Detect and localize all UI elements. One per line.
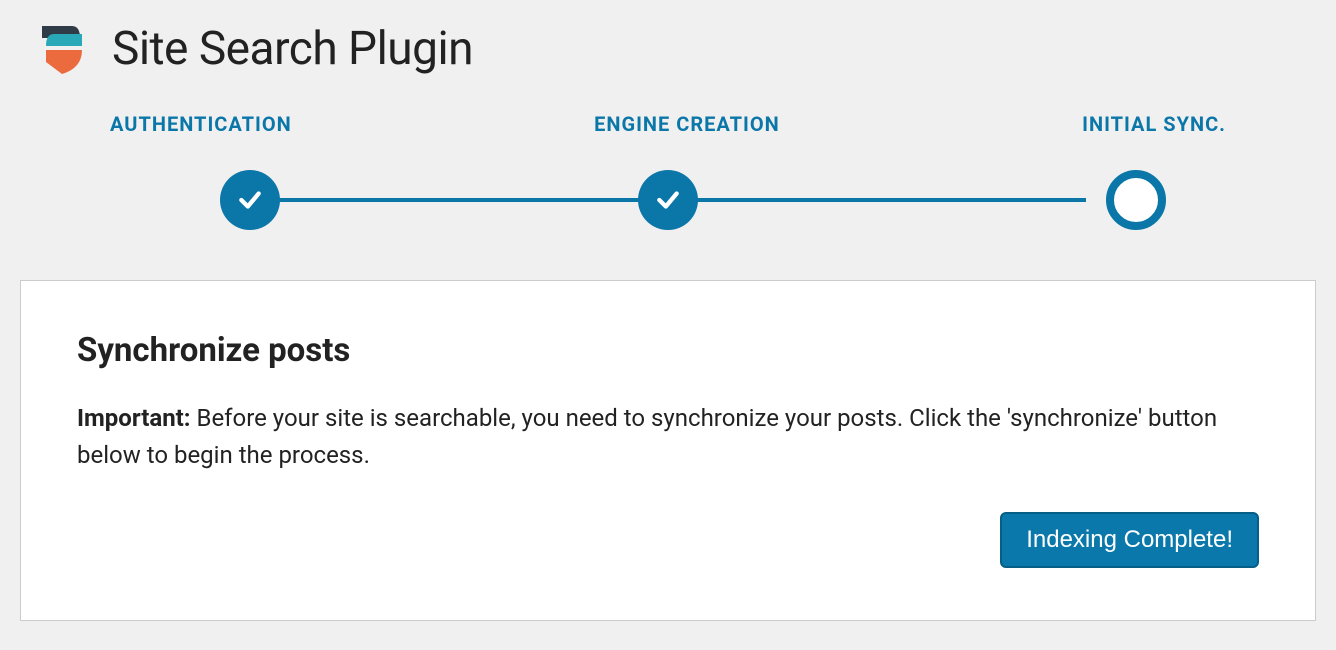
card-heading: Synchronize posts [77,331,1259,370]
sync-card: Synchronize posts Important: Before your… [20,280,1316,621]
indexing-complete-button[interactable]: Indexing Complete! [1000,512,1259,568]
page-title: Site Search Plugin [112,22,473,76]
important-label: Important: [77,404,191,432]
card-body-text: Before your site is searchable, you need… [77,404,1217,469]
step-label-authentication: AUTHENTICATION [110,112,292,136]
plugin-logo-icon [32,18,94,80]
step-circle-engine-creation [638,170,698,230]
check-icon [655,187,681,213]
check-icon [237,187,263,213]
step-label-initial-sync: INITIAL SYNC. [1082,112,1226,136]
card-body: Important: Before your site is searchabl… [77,400,1259,474]
step-label-engine-creation: ENGINE CREATION [594,112,780,136]
step-circle-initial-sync [1106,170,1166,230]
progress-stepper: AUTHENTICATION ENGINE CREATION INITIAL S… [110,112,1226,230]
step-circle-authentication [220,170,280,230]
page-header: Site Search Plugin [32,18,1316,80]
